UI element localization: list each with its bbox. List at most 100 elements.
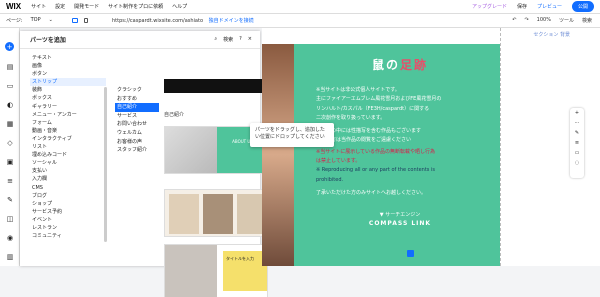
search-icon[interactable]: ⌕ [214,36,217,43]
add-section-icon[interactable]: + [570,108,584,118]
compass-link[interactable]: COMPASS LINK [316,220,484,227]
section-resize-handle[interactable] [407,250,414,257]
close-icon[interactable]: × [248,36,252,43]
subcategory-item[interactable]: お客様の声 [115,138,159,147]
save-button[interactable]: 保存 [517,3,527,10]
category-item[interactable]: ボックス [30,94,106,102]
publish-button[interactable]: 公開 [571,1,594,12]
url-tools: ↶ ↷ 100% ツール 検索 [512,17,600,24]
section-divider [500,28,501,266]
illustration-image[interactable] [262,44,294,266]
drag-tooltip: パーツをドラッグし、追加したい位置にドロップしてください [250,123,334,147]
menu-site[interactable]: サイト [31,3,46,10]
pages-icon[interactable]: ▭ [5,81,15,91]
connect-domain-link[interactable]: 独自ドメインを接続 [209,18,254,24]
preview-button[interactable]: プレビュー [537,3,562,10]
upgrade-link[interactable]: アップグレード [472,3,507,10]
top-right-actions: アップグレード 保存 プレビュー 公開 [472,1,600,12]
mobile-icon[interactable] [84,18,88,23]
site-title-a: 鼠の [371,58,400,72]
category-item[interactable]: サービス予約 [30,208,106,216]
menu-hire-pro[interactable]: サイト制作をプロに依頼 [108,3,163,10]
menu-help[interactable]: ヘルプ [172,3,187,10]
menu-settings[interactable]: 設定 [55,3,65,10]
more-icon[interactable]: ⋯ [570,118,584,128]
category-item[interactable]: リスト [30,143,106,151]
panel-search[interactable]: 検索 [223,36,233,43]
page-selector[interactable]: ページ: TOP ⌄ [0,17,72,24]
category-item[interactable]: 埋め込みコード [30,151,106,159]
warning-text: ※当サイトに展示している作品の無断転載や晒し行為 [316,148,436,155]
thumbnail-photo [237,194,265,234]
category-item[interactable]: 装飾 [30,86,106,94]
hide-icon[interactable]: ◌ [570,158,584,168]
category-item[interactable]: ブログ [30,192,106,200]
layers-icon[interactable]: ◫ [5,214,15,224]
url-bar: ページ: TOP ⌄ https://caspardt.wixsite.com/… [0,14,600,28]
site-title[interactable]: 鼠の足跡 [316,56,484,73]
category-item[interactable]: CMS [30,184,106,192]
preset-grid: 自己紹介 ABOUT US タイトルを入力 [164,79,276,297]
undo-icon[interactable]: ↶ [512,17,516,24]
category-scrollbar[interactable] [104,87,107,242]
subcategory-item[interactable]: ウェルカム [115,129,159,138]
menu-dev-mode[interactable]: 開発モード [74,3,99,10]
category-item[interactable]: フォーム [30,119,106,127]
desktop-icon[interactable] [72,18,78,23]
layers-icon[interactable]: ≡ [570,138,584,148]
category-item[interactable]: 入力欄 [30,175,106,183]
wix-logo: WIX [6,2,22,11]
category-item-selected[interactable]: ストリップ [30,78,106,87]
redo-icon[interactable]: ↷ [524,17,528,24]
category-item[interactable]: ソーシャル [30,159,106,167]
preset-thumbnail[interactable]: タイトルを入力 [164,244,268,297]
category-item[interactable]: ショップ [30,200,106,208]
thanks-text: 了承いただけた方のみサイトへお越しください。 [316,189,427,196]
english-text: prohibited. [316,176,344,183]
preset-thumbnail[interactable] [164,79,270,93]
sections-icon[interactable]: ▤ [5,62,15,72]
grid-section-title: 自己紹介 [164,112,185,118]
subcategory-item[interactable]: おすすめ [115,95,159,104]
category-item[interactable]: 支払い [30,167,106,175]
apps-icon[interactable]: ▦ [5,119,15,129]
category-item[interactable]: コミュニティ [30,232,106,240]
tools-button[interactable]: ツール [559,17,574,24]
category-item[interactable]: テキスト [30,54,106,62]
category-item[interactable]: ボタン [30,70,106,78]
category-item[interactable]: ギャラリー [30,103,106,111]
subcategory-list: クラシック おすすめ 自己紹介 サービス お問い合わせ ウェルカム お客様の声 … [115,86,159,155]
subcategory-item-selected[interactable]: 自己紹介 [115,103,159,112]
subcategory-item[interactable]: クラシック [115,86,159,95]
section-label[interactable]: セクション 背景 [533,31,570,38]
site-url: https://caspardt.wixsite.com/ashiato 独自ド… [112,17,254,24]
business-icon[interactable]: ◇ [5,138,15,148]
category-item[interactable]: レストラン [30,224,106,232]
help-icon[interactable]: ? [239,36,242,43]
category-item[interactable]: インタラクティブ [30,135,106,143]
thumbnail-photo [203,194,233,234]
editor-canvas[interactable]: 鼠の足跡 ※当サイトは非公式個人サイトです。 主にファイアーエムブレム風花雪月お… [262,28,600,266]
subcategory-item[interactable]: お問い合わせ [115,120,159,129]
market-icon[interactable]: ▥ [5,252,15,262]
pen-icon[interactable]: ✎ [570,128,584,138]
design-icon[interactable]: ◐ [5,100,15,110]
intro-strip[interactable]: 鼠の足跡 ※当サイトは非公式個人サイトです。 主にファイアーエムブレム風花雪月お… [294,44,500,266]
chevron-down-icon: ⌄ [48,17,53,23]
store-icon[interactable]: ◉ [5,233,15,243]
category-item[interactable]: 動画・音楽 [30,127,106,135]
category-item[interactable]: イベント [30,216,106,224]
delete-icon[interactable]: ▭ [570,148,584,158]
thumbnail-photo [165,127,217,173]
media-icon[interactable]: ▣ [5,157,15,167]
blog-icon[interactable]: ✎ [5,195,15,205]
cms-icon[interactable]: ≡ [5,176,15,186]
add-icon[interactable]: + [5,42,14,51]
preset-thumbnail[interactable] [164,189,268,237]
search-button[interactable]: 検索 [582,17,592,24]
category-item[interactable]: 画像 [30,62,106,70]
zoom-level[interactable]: 100% [537,17,551,24]
subcategory-item[interactable]: サービス [115,112,159,121]
category-item[interactable]: メニュー・アンカー [30,111,106,119]
subcategory-item[interactable]: スタッフ紹介 [115,146,159,155]
